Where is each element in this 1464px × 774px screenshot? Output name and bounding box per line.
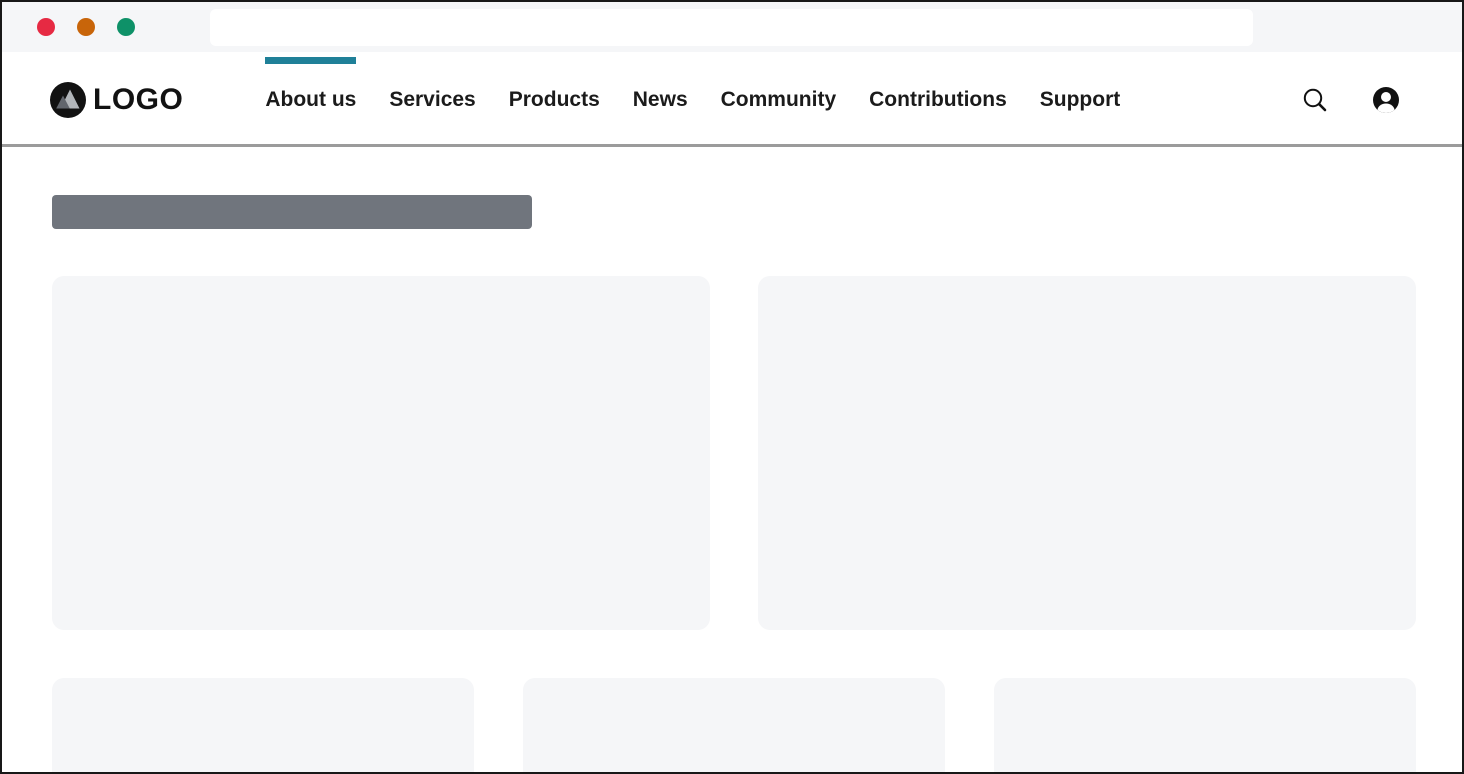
traffic-light-close-button[interactable] [37,18,55,36]
nav-item-support[interactable]: Support [1040,88,1120,112]
browser-window: LOGO About us Services Products News Com… [0,0,1464,774]
traffic-light-minimize-button[interactable] [77,18,95,36]
content-card-placeholder [52,276,710,630]
logo-mountain-icon [50,82,86,118]
address-bar-input[interactable] [210,9,1253,46]
traffic-light-maximize-button[interactable] [117,18,135,36]
content-card-placeholder [523,678,945,774]
nav-item-contributions[interactable]: Contributions [869,88,1007,112]
site-header: LOGO About us Services Products News Com… [2,52,1462,147]
content-card-placeholder [758,276,1416,630]
page-title-placeholder [52,195,532,229]
search-button[interactable] [1302,87,1328,113]
account-button[interactable] [1372,86,1400,114]
browser-chrome [2,2,1462,52]
nav-item-community[interactable]: Community [721,88,837,112]
site-logo[interactable]: LOGO [50,82,183,118]
main-nav: About us Services Products News Communit… [265,88,1120,112]
nav-item-services[interactable]: Services [389,88,475,112]
user-avatar-icon [1372,86,1400,114]
content-card-placeholder [52,678,474,774]
content-card-placeholder [994,678,1416,774]
nav-item-products[interactable]: Products [509,88,600,112]
nav-item-news[interactable]: News [633,88,688,112]
logo-text: LOGO [93,83,183,117]
header-actions [1302,86,1400,114]
search-icon [1302,87,1328,113]
nav-item-about-us[interactable]: About us [265,88,356,112]
